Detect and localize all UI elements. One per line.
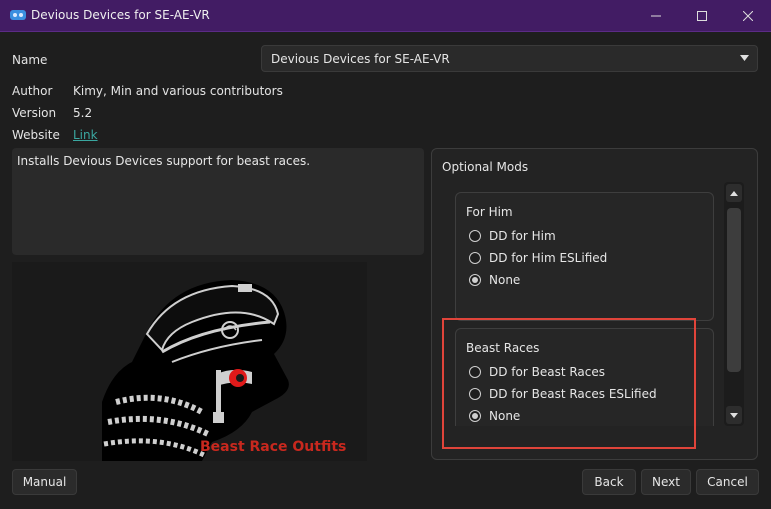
radio-icon [469, 252, 481, 264]
option-none-for-him[interactable]: None [469, 272, 520, 288]
beast-race-illustration: Beast Race Outfits [12, 262, 367, 461]
chevron-up-icon [730, 190, 738, 196]
radio-icon [469, 230, 481, 242]
radio-selected-icon [469, 410, 481, 422]
scrollbar-thumb[interactable] [727, 208, 741, 372]
version-value: 5.2 [73, 106, 93, 120]
description-box: Installs Devious Devices support for bea… [12, 148, 424, 255]
option-label: None [489, 273, 521, 287]
maximize-button[interactable] [679, 0, 725, 31]
scroll-up-button[interactable] [726, 184, 742, 202]
radio-icon [469, 388, 481, 400]
chevron-down-icon [740, 55, 749, 61]
name-select-value: Devious Devices for SE-AE-VR [271, 52, 450, 66]
option-dd-for-beast-races-eslified[interactable]: DD for Beast Races ESLified [469, 386, 657, 402]
scroll-down-button[interactable] [726, 406, 742, 424]
app-icon [10, 10, 26, 20]
option-label: DD for Him ESLified [489, 251, 608, 265]
cancel-button[interactable]: Cancel [696, 469, 759, 495]
close-icon [743, 10, 753, 21]
option-label: None [489, 409, 521, 423]
preview-image: Beast Race Outfits [12, 262, 367, 461]
options-scrollbar[interactable] [724, 182, 744, 426]
group-title: Beast Races [466, 341, 540, 355]
author-value: Kimy, Min and various contributors [73, 84, 283, 98]
chevron-down-icon [730, 412, 738, 418]
option-label: DD for Him [489, 229, 556, 243]
maximize-icon [697, 10, 707, 21]
option-label: DD for Beast Races ESLified [489, 387, 657, 401]
manual-button[interactable]: Manual [12, 469, 77, 495]
group-beast-races: Beast Races DD for Beast Races DD for Be… [455, 328, 714, 426]
option-label: DD for Beast Races [489, 365, 606, 379]
preview-caption: Beast Race Outfits [200, 439, 346, 455]
name-select[interactable]: Devious Devices for SE-AE-VR [261, 45, 758, 72]
option-dd-for-him-eslified[interactable]: DD for Him ESLified [469, 250, 607, 266]
version-label: Version [12, 106, 57, 120]
radio-icon [469, 366, 481, 378]
group-title: For Him [466, 205, 513, 219]
close-button[interactable] [725, 0, 771, 31]
option-dd-for-beast-races[interactable]: DD for Beast Races [469, 364, 605, 380]
option-dd-for-him[interactable]: DD for Him [469, 228, 556, 244]
website-label: Website [12, 128, 60, 142]
minimize-icon [651, 15, 661, 16]
back-button[interactable]: Back [582, 469, 636, 495]
radio-selected-icon [469, 274, 481, 286]
optional-mods-title: Optional Mods [442, 160, 529, 174]
website-link[interactable]: Link [73, 128, 98, 142]
minimize-button[interactable] [633, 0, 679, 31]
next-button[interactable]: Next [641, 469, 691, 495]
group-for-him: For Him DD for Him DD for Him ESLified N… [455, 192, 714, 321]
description-text: Installs Devious Devices support for bea… [17, 154, 311, 168]
option-none-beast-races[interactable]: None [469, 408, 520, 424]
author-label: Author [12, 84, 53, 98]
name-label: Name [12, 53, 48, 67]
window-title: Devious Devices for SE-AE-VR [31, 8, 210, 22]
title-bar: Devious Devices for SE-AE-VR [0, 0, 771, 32]
